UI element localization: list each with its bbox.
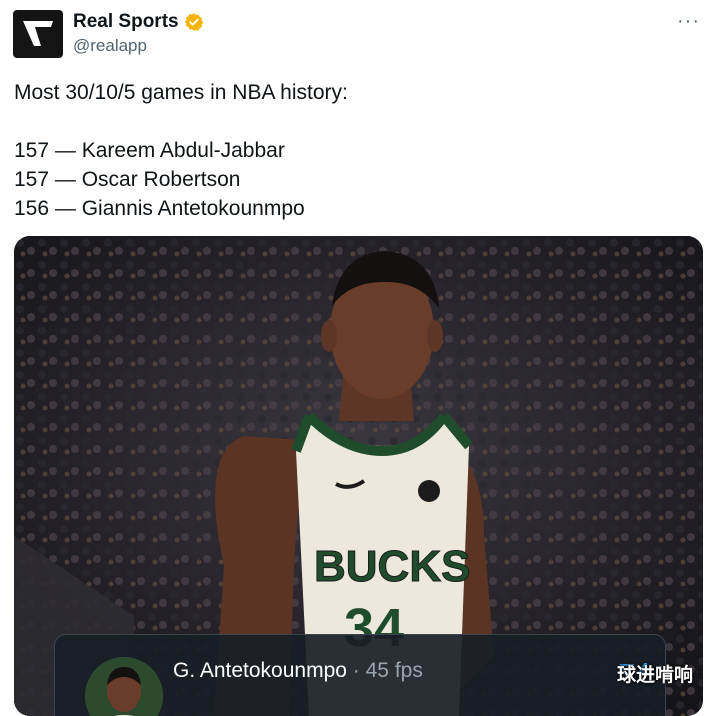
account-display-name[interactable]: Real Sports — [73, 11, 204, 33]
tweet-line-break — [14, 107, 348, 136]
tweet-line: Most 30/10/5 games in NBA history: — [14, 81, 348, 104]
source-watermark: 球进啃响 — [617, 665, 694, 686]
verified-badge-icon — [184, 13, 203, 31]
tweet-text: Most 30/10/5 games in NBA history: 157 —… — [14, 78, 348, 223]
account-handle[interactable]: @realapp — [73, 36, 147, 56]
player-headshot — [85, 657, 163, 716]
account-avatar[interactable] — [13, 10, 63, 58]
player-card-title: G. Antetokounmpo · 45 fps — [173, 659, 423, 683]
more-options-button[interactable]: ··· — [677, 10, 700, 33]
player-card-avatar — [85, 657, 163, 716]
real-sports-logo-icon — [23, 21, 53, 46]
display-name-text: Real Sports — [73, 11, 179, 32]
jersey-text: BUCKS — [314, 542, 470, 591]
tweet-line: 157 — Oscar Robertson — [14, 168, 241, 191]
fps-label: 45 fps — [365, 659, 423, 682]
tweet-line: 156 — Giannis Antetokounmpo — [14, 197, 305, 220]
player-name: G. Antetokounmpo — [173, 659, 347, 682]
title-separator: · — [346, 659, 366, 682]
player-stat-card[interactable]: G. Antetokounmpo · 45 fps ▽ 4 — [54, 634, 666, 716]
tweet-line: 157 — Kareem Abdul-Jabbar — [14, 139, 285, 162]
tweet-media[interactable]: BUCKS 34 G. Antetokounmpo · 45 fps ▽ 4 — [14, 236, 703, 716]
